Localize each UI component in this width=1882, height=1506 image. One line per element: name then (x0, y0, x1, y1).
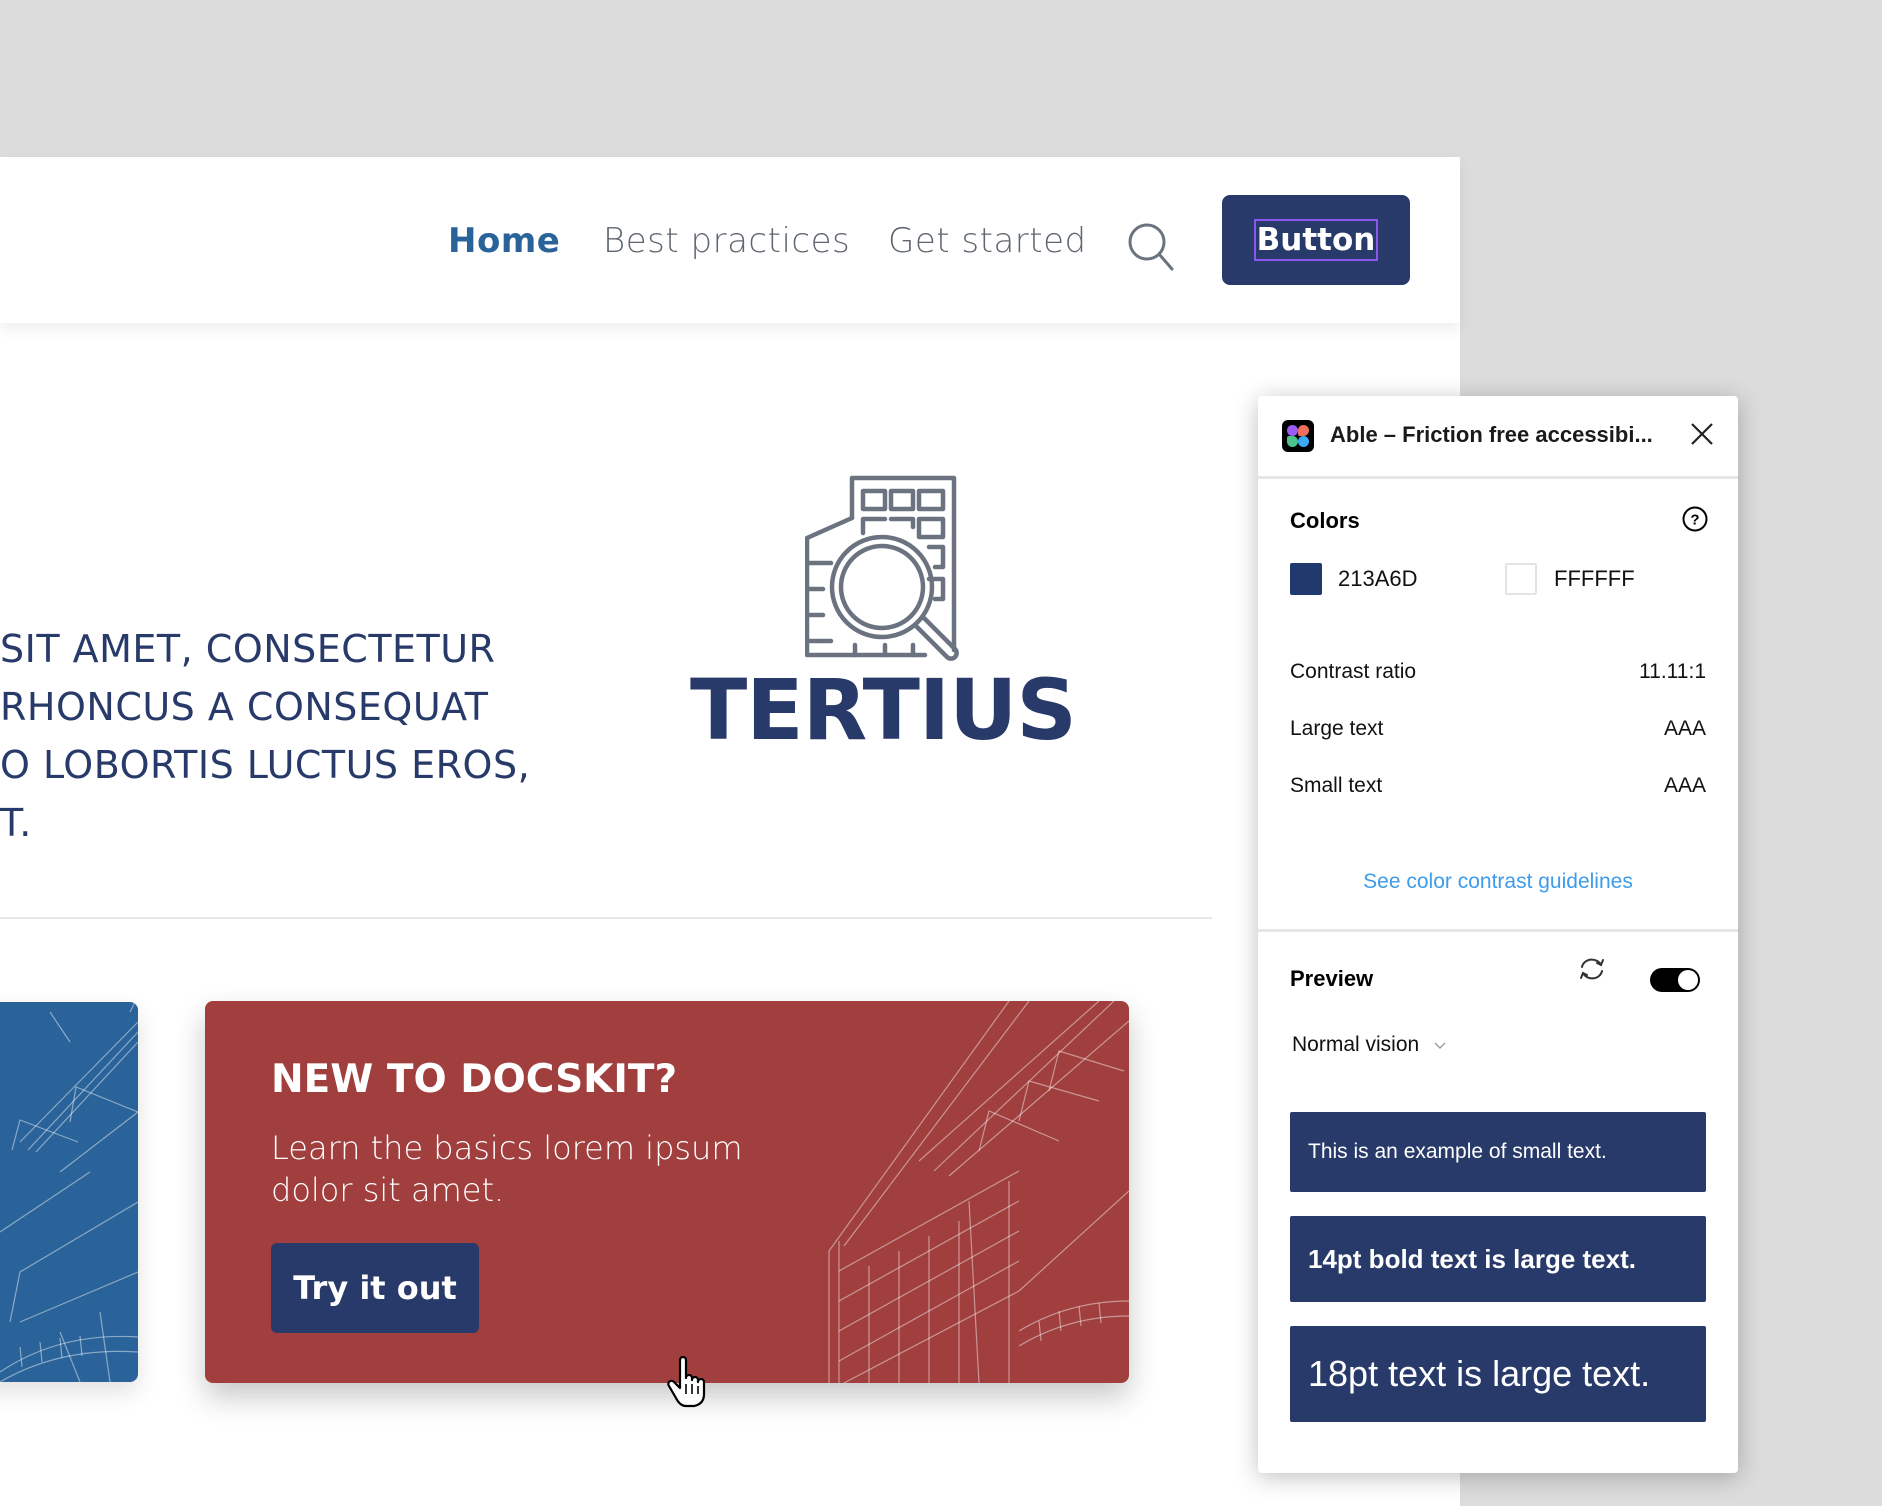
preview-toggle[interactable] (1650, 968, 1700, 992)
hand-pointer-cursor-icon (667, 1356, 706, 1408)
blue-feature-card[interactable] (0, 1002, 138, 1382)
try-it-out-button[interactable]: Try it out (271, 1243, 479, 1333)
hero-line: SIT AMET, CONSECTETUR (0, 627, 496, 671)
preview-sample-text: 18pt text is large text. (1308, 1353, 1651, 1394)
close-icon[interactable] (1686, 418, 1718, 450)
refresh-icon[interactable] (1576, 954, 1608, 984)
preview-small-text: This is an example of small text. (1290, 1112, 1706, 1192)
building-sketch-art (0, 1002, 138, 1382)
nav-link-get-started[interactable]: Get started (888, 221, 1087, 261)
contrast-ratio-label: Contrast ratio (1290, 660, 1417, 683)
small-text-rating: AAA (1663, 774, 1706, 797)
building-sketch-art (828, 1001, 1129, 1383)
building-magnifier-icon (805, 475, 959, 661)
logo-wordmark: TERTIUS (690, 661, 1077, 759)
nav-link-home[interactable]: Home (448, 221, 560, 261)
website-page: Home Best practices Get started Button S… (0, 157, 1460, 1506)
hero-line: T. (0, 801, 32, 845)
able-plugin-panel: Able – Friction free accessibi... Colors… (1258, 396, 1738, 1473)
chevron-down-icon (1434, 1042, 1446, 1049)
section-divider (0, 917, 1212, 919)
new-to-docskit-card: NEW TO DOCSKIT? Learn the basics lorem i… (205, 1001, 1129, 1383)
tertius-logo: TERTIUS (690, 475, 1077, 775)
primary-nav-button[interactable]: Button (1222, 195, 1410, 285)
foreground-color-swatch[interactable] (1290, 563, 1322, 595)
foreground-color-hex[interactable]: 213A6D (1338, 566, 1418, 592)
able-app-icon (1282, 420, 1314, 452)
site-navbar: Home Best practices Get started Button (0, 157, 1460, 323)
vision-mode-value: Normal vision (1292, 1033, 1420, 1056)
background-color-hex[interactable]: FFFFFF (1554, 566, 1635, 592)
card-description: Learn the basics lorem ipsum dolor sit a… (271, 1129, 743, 1209)
preview-sample-text: 14pt bold text is large text. (1308, 1243, 1636, 1274)
search-icon[interactable] (1126, 221, 1176, 271)
vision-mode-dropdown[interactable]: Normal vision (1292, 1033, 1447, 1057)
large-text-label: Large text (1290, 717, 1384, 740)
preview-sample-text: This is an example of small text. (1308, 1140, 1607, 1163)
panel-header: Able – Friction free accessibi... (1258, 396, 1738, 479)
preview-bold-large-text: 14pt bold text is large text. (1290, 1216, 1706, 1302)
hero-line: RHONCUS A CONSEQUAT (0, 685, 489, 729)
panel-divider (1258, 929, 1738, 932)
card-title: NEW TO DOCSKIT? (271, 1057, 678, 1102)
nav-link-best-practices[interactable]: Best practices (603, 221, 850, 261)
preview-large-text: 18pt text is large text. (1290, 1326, 1706, 1422)
large-text-rating: AAA (1663, 717, 1706, 740)
colors-section-label: Colors (1290, 508, 1360, 533)
panel-title: Able – Friction free accessibi... (1330, 422, 1653, 447)
hero-line: O LOBORTIS LUCTUS EROS, (0, 743, 531, 787)
small-text-label: Small text (1290, 774, 1383, 797)
hero-paragraph: SIT AMET, CONSECTETUR RHONCUS A CONSEQUA… (0, 620, 570, 852)
svg-text:?: ? (1690, 512, 1699, 529)
color-contrast-guidelines-link[interactable]: See color contrast guidelines (1258, 870, 1738, 894)
background-color-swatch[interactable] (1505, 563, 1537, 595)
help-icon[interactable]: ? (1682, 506, 1708, 532)
contrast-ratio-value: 11.11:1 (1639, 660, 1706, 683)
nav-button-label: Button (1253, 219, 1379, 261)
preview-section-label: Preview (1290, 966, 1374, 991)
